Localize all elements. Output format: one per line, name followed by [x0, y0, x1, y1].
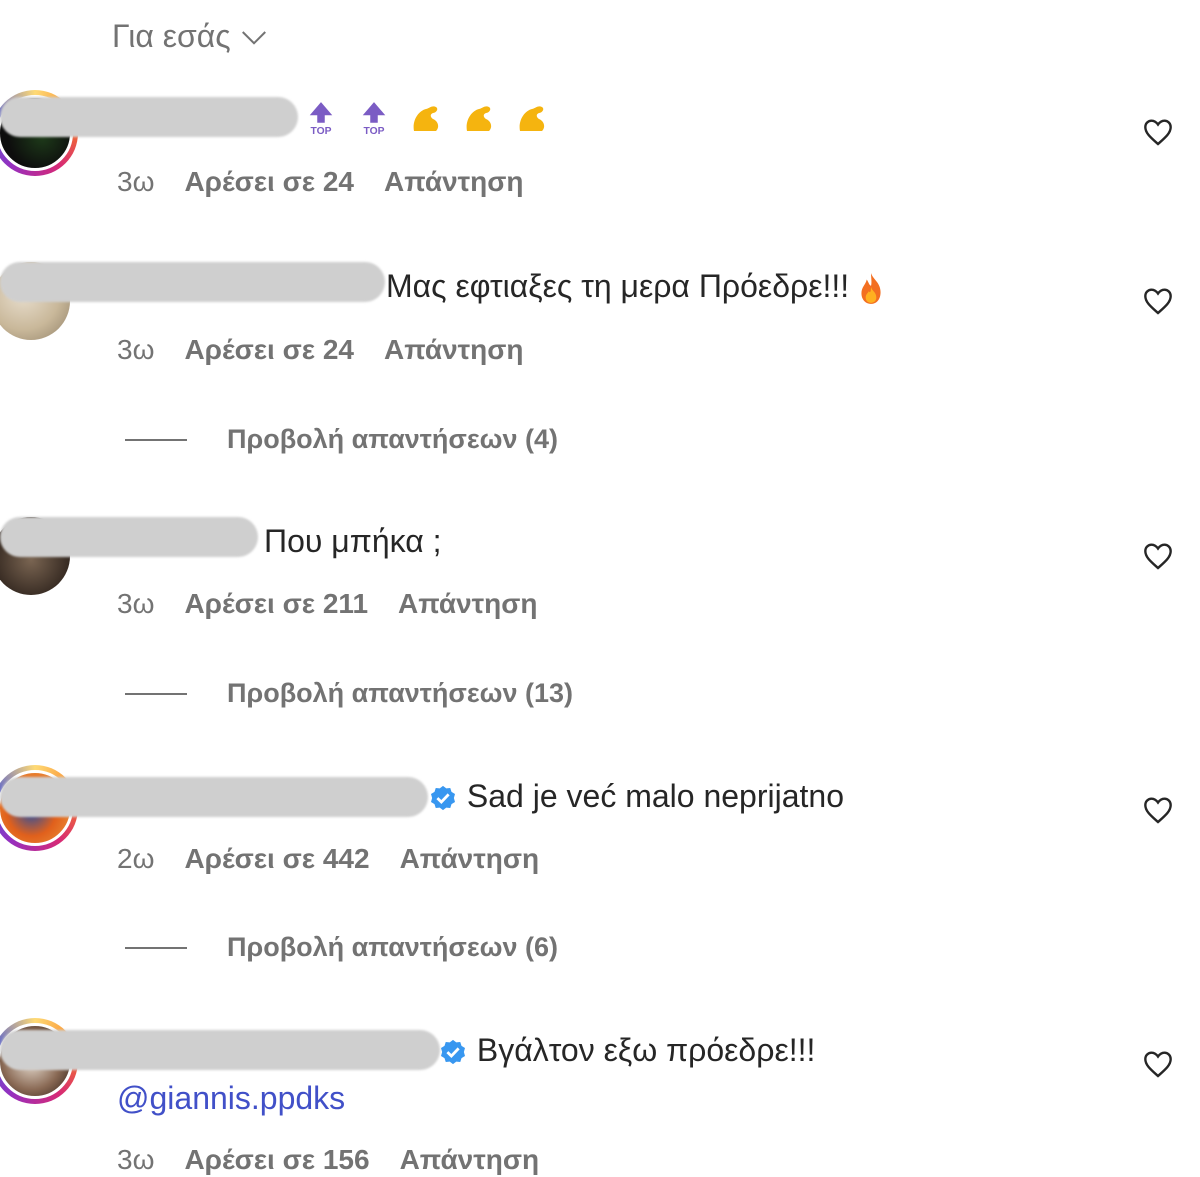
comment-meta: 3ω Αρέσει σε 24 Απάντηση — [117, 334, 524, 366]
username-redacted — [0, 97, 298, 137]
view-replies-label: Προβολή απαντήσεων (4) — [227, 424, 558, 454]
username-redacted — [0, 262, 385, 302]
reply-button[interactable]: Απάντηση — [400, 1144, 540, 1176]
comment-age: 2ω — [117, 843, 155, 874]
username-redacted — [0, 777, 428, 817]
like-heart-icon[interactable] — [1142, 116, 1174, 148]
comment-text: Που μπήκα ; — [264, 523, 442, 559]
comment-age: 3ω — [117, 166, 155, 197]
divider-line — [125, 692, 187, 695]
comment-text: Μας εφτιαξες τη μερα Πρόεδρε!!! — [386, 268, 884, 306]
flexed-biceps-emoji — [519, 105, 544, 131]
flexed-biceps-emoji — [466, 105, 491, 131]
divider-line — [125, 946, 187, 949]
chevron-down-icon — [241, 30, 266, 45]
comment-age: 3ω — [117, 1144, 155, 1175]
likes-count[interactable]: Αρέσει σε 156 — [184, 1144, 369, 1176]
username-redacted — [0, 1030, 440, 1070]
reply-button[interactable]: Απάντηση — [384, 334, 524, 366]
comment-age: 3ω — [117, 588, 155, 619]
comment-emojis: TOP TOP — [306, 98, 550, 138]
like-heart-icon[interactable] — [1142, 285, 1174, 317]
reply-button[interactable]: Απάντηση — [400, 843, 540, 875]
comment-meta: 3ω Αρέσει σε 24 Απάντηση — [117, 166, 524, 198]
top-arrow-emoji: TOP — [309, 101, 333, 137]
like-heart-icon[interactable] — [1142, 1048, 1174, 1080]
like-heart-icon[interactable] — [1142, 794, 1174, 826]
likes-count[interactable]: Αρέσει σε 442 — [184, 843, 369, 875]
fire-emoji — [861, 272, 881, 304]
view-replies-label: Προβολή απαντήσεων (6) — [227, 932, 558, 962]
svg-text:TOP: TOP — [311, 126, 332, 137]
view-replies-button[interactable]: Προβολή απαντήσεων (4) — [125, 424, 558, 455]
likes-count[interactable]: Αρέσει σε 211 — [184, 588, 368, 620]
verified-badge-icon — [431, 785, 455, 810]
view-replies-button[interactable]: Προβολή απαντήσεων (6) — [125, 932, 558, 963]
top-arrow-emoji: TOP — [362, 101, 386, 137]
reply-button[interactable]: Απάντηση — [398, 588, 538, 620]
sort-filter-label: Για εσάς — [112, 18, 231, 54]
like-heart-icon[interactable] — [1142, 540, 1174, 572]
divider-line — [125, 438, 187, 441]
comment-meta: 2ω Αρέσει σε 442 Απάντηση — [117, 843, 539, 875]
comment-age: 3ω — [117, 334, 155, 365]
comment-meta: 3ω Αρέσει σε 156 Απάντηση — [117, 1144, 539, 1176]
username-redacted — [0, 517, 258, 557]
likes-count[interactable]: Αρέσει σε 24 — [184, 334, 354, 366]
view-replies-label: Προβολή απαντήσεων (13) — [227, 678, 573, 708]
user-mention-link[interactable]: @giannis.ppdks — [117, 1080, 345, 1117]
view-replies-button[interactable]: Προβολή απαντήσεων (13) — [125, 678, 573, 709]
comment-meta: 3ω Αρέσει σε 211 Απάντηση — [117, 588, 538, 620]
flexed-biceps-emoji — [413, 105, 438, 131]
comment-text: Sad je već malo neprijatno — [428, 778, 844, 815]
comment-text: Βγάλτον εξω πρόεδρε!!! — [438, 1032, 815, 1069]
reply-button[interactable]: Απάντηση — [384, 166, 524, 198]
verified-badge-icon — [441, 1039, 465, 1064]
svg-text:TOP: TOP — [363, 126, 384, 137]
sort-filter-dropdown[interactable]: Για εσάς — [112, 18, 269, 55]
likes-count[interactable]: Αρέσει σε 24 — [184, 166, 354, 198]
